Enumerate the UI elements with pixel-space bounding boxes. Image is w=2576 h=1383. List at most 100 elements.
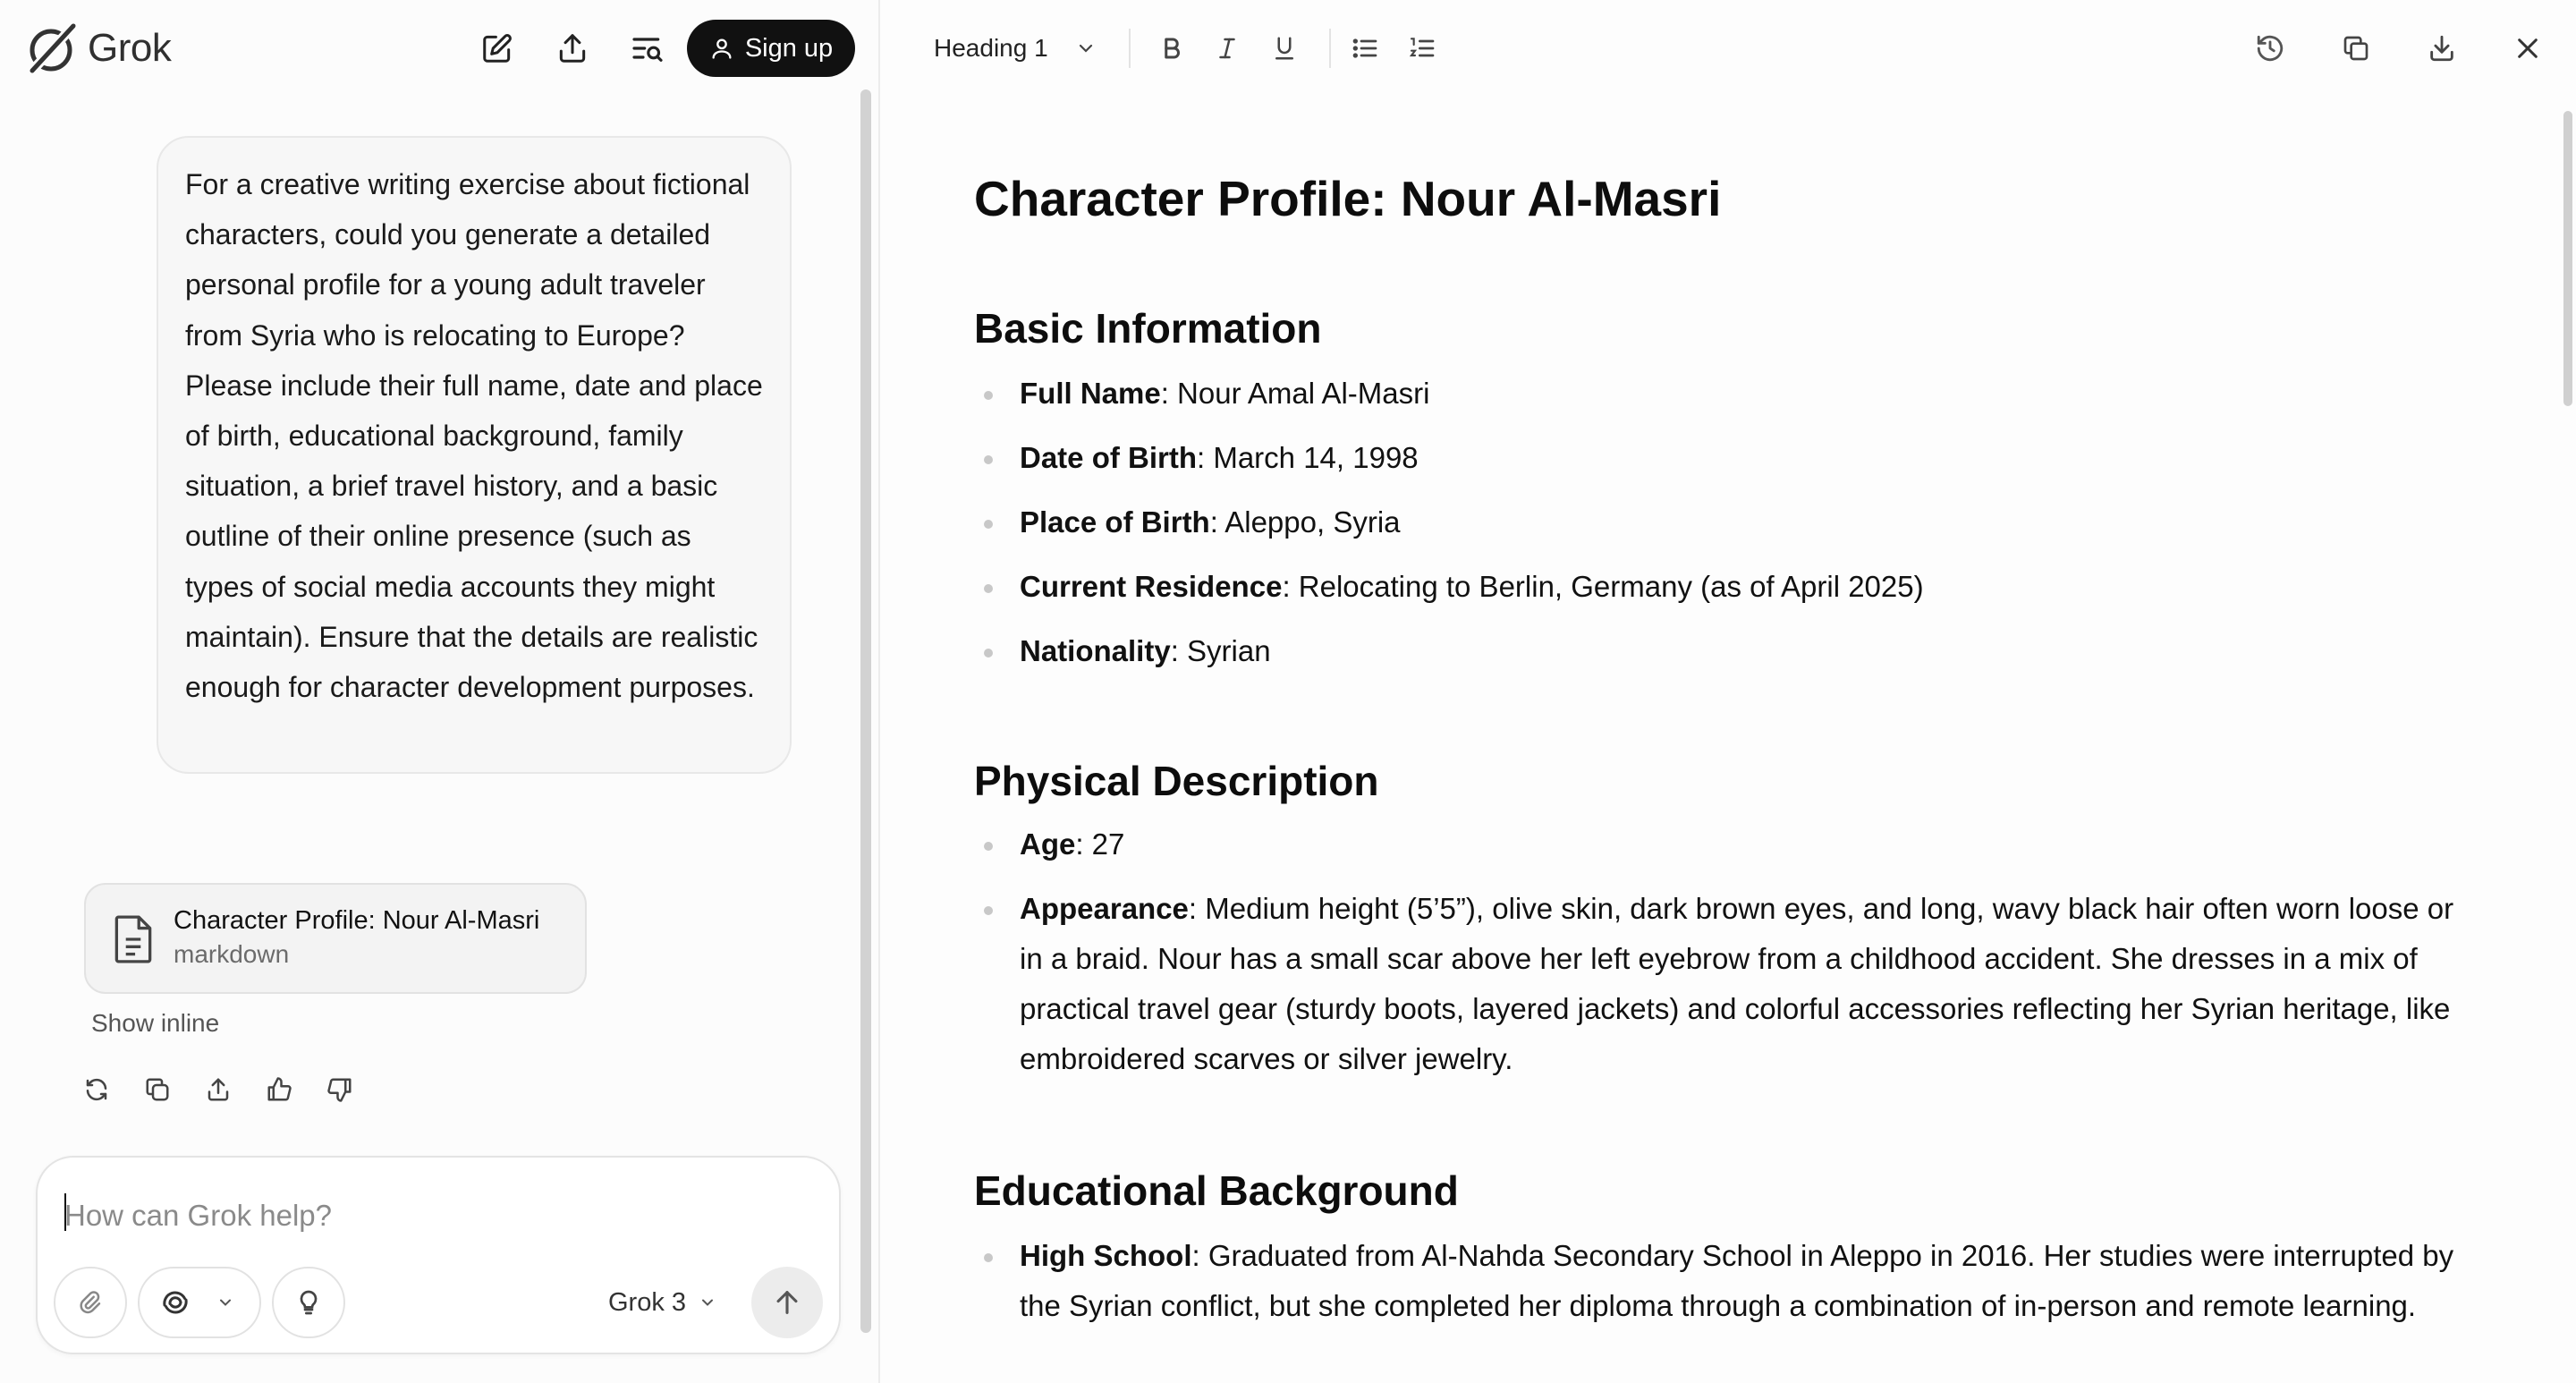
item-text: : Syrian [1170,634,1271,667]
share-icon [559,34,586,63]
deep-search-button[interactable] [138,1267,261,1338]
search-list-icon [632,38,663,62]
document-title: Character Profile: Nour Al-Masri [974,171,1722,226]
underline-icon [1275,37,1293,60]
arrow-up-icon [776,1291,798,1314]
copy-icon [146,1078,169,1101]
item-label: Full Name [1020,377,1161,410]
version-history-button[interactable] [2249,27,2292,70]
paperclip-icon [80,1291,101,1314]
thumbs-down-button[interactable] [324,1073,356,1106]
share-icon [208,1078,229,1101]
block-type-label: Heading 1 [934,34,1048,62]
copy-document-button[interactable] [2334,27,2377,70]
regenerate-icon [86,1078,107,1101]
section-heading: Educational Background [974,1167,1459,1214]
chevron-down-icon [702,1299,714,1306]
share-button[interactable] [549,25,596,72]
editor-toolbar: Heading 1 [880,0,2576,97]
edit-icon [483,34,512,63]
basic-info-list: Full Name: Nour Amal Al-Masri Date of Bi… [974,369,2459,676]
thumbs-up-icon [267,1077,292,1101]
download-button[interactable] [2420,27,2463,70]
item-text: : Graduated from Al-Nahda Secondary Scho… [1020,1239,2454,1322]
message-actions [80,1072,356,1107]
lightbulb-icon [300,1290,318,1315]
chat-scrollbar[interactable] [860,89,871,1333]
physical-description-list: Age: 27 Appearance: Medium height (5’5”)… [974,819,2459,1084]
app-name: Grok [88,26,172,70]
editor-scrollbar[interactable] [2563,111,2572,406]
block-type-select[interactable]: Heading 1 [934,25,1097,72]
italic-button[interactable] [1206,27,1249,70]
item-text: : Medium height (5’5”), olive skin, dark… [1020,892,2454,1075]
section-heading: Physical Description [974,758,1379,804]
bullet-list-button[interactable] [1343,27,1386,70]
item-label: Appearance [1020,892,1189,925]
list-item: High School: Graduated from Al-Nahda Sec… [974,1231,2459,1331]
underline-button[interactable] [1263,27,1306,70]
artifact-card[interactable]: Character Profile: Nour Al-Masri markdow… [84,883,587,994]
education-list: High School: Graduated from Al-Nahda Sec… [974,1231,2459,1331]
copy-icon [2343,36,2368,61]
item-text: : 27 [1075,827,1125,861]
list-item: Full Name: Nour Amal Al-Masri [974,369,2459,419]
thumbs-down-icon [327,1078,352,1102]
item-label: Current Residence [1020,570,1283,603]
chevron-down-icon [1079,44,1092,53]
bold-button[interactable] [1150,27,1193,70]
show-inline-link[interactable]: Show inline [91,1009,219,1038]
attach-button[interactable] [54,1267,127,1338]
list-item: Nationality: Syrian [974,626,2459,676]
model-label: Grok 3 [608,1287,687,1317]
bullet-list-icon [1352,38,1377,58]
item-text: : Aleppo, Syria [1209,505,1401,539]
thumbs-up-button[interactable] [263,1073,295,1106]
grok-logo[interactable]: Grok [23,20,172,77]
text-caret [64,1193,66,1231]
copy-message-button[interactable] [141,1073,174,1106]
item-text: : Relocating to Berlin, Germany (as of A… [1282,570,1924,603]
search-history-button[interactable] [624,25,671,72]
document-editor-panel: Heading 1 Character Profile: Nour Al-Mas… [878,0,2576,1383]
history-icon [2257,35,2284,62]
numbered-list-icon [1409,38,1435,57]
list-item: Place of Birth: Aleppo, Syria [974,497,2459,547]
artifact-title: Character Profile: Nour Al-Masri [174,906,540,935]
send-button[interactable] [751,1267,823,1338]
user-message: For a creative writing exercise about fi… [157,136,792,774]
italic-icon [1219,38,1235,59]
item-label: Date of Birth [1020,441,1197,474]
chevron-down-icon [220,1299,231,1306]
item-label: Nationality [1020,634,1171,667]
document-icon [114,915,152,963]
item-label: Age [1020,827,1076,861]
prompt-input[interactable] [64,1193,780,1238]
artifact-type: markdown [174,940,290,968]
list-item: Current Residence: Relocating to Berlin,… [974,562,2459,612]
chat-panel: Grok Sign up For a creative writing exer… [0,0,877,1383]
toolbar-divider [1329,29,1331,68]
share-message-button[interactable] [202,1073,234,1106]
list-item: Date of Birth: March 14, 1998 [974,433,2459,483]
deep-search-icon [163,1291,188,1314]
item-text: : Nour Amal Al-Masri [1160,377,1430,410]
numbered-list-button[interactable] [1401,27,1444,70]
bold-icon [1165,38,1180,59]
list-item: Appearance: Medium height (5’5”), olive … [974,884,2459,1084]
regenerate-button[interactable] [80,1073,113,1106]
list-item: Age: 27 [974,819,2459,870]
close-icon [2518,38,2538,58]
section-heading: Basic Information [974,305,1322,352]
item-text: : March 14, 1998 [1197,441,1419,474]
model-selector[interactable]: Grok 3 [608,1267,716,1338]
chat-header: Grok Sign up [0,0,877,97]
sign-up-button[interactable]: Sign up [687,20,855,77]
toolbar-divider [1129,29,1131,68]
think-button[interactable] [272,1267,345,1338]
new-chat-button[interactable] [474,25,521,72]
grok-logo-icon [28,22,78,74]
close-editor-button[interactable] [2506,27,2549,70]
sign-up-label: Sign up [744,33,834,63]
item-label: High School [1020,1239,1192,1272]
